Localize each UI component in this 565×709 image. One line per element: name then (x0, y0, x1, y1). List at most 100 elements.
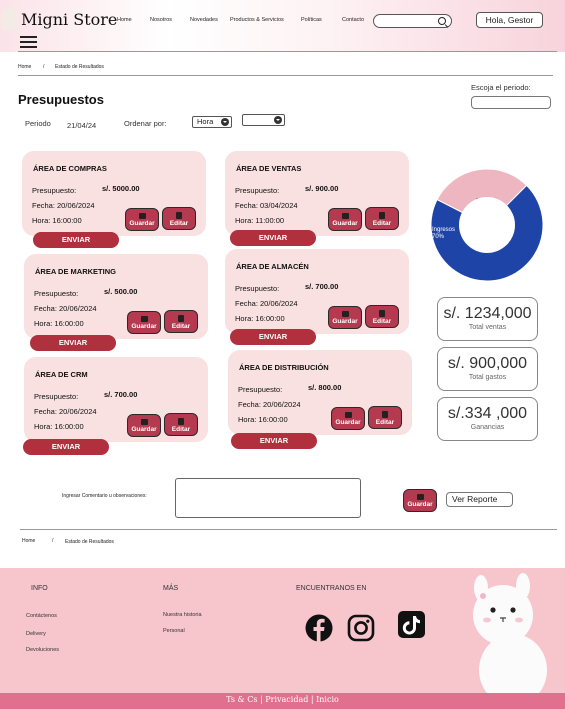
send-button[interactable]: ENVIAR (23, 439, 109, 455)
pie-label-ingresos: Ingresos (432, 227, 455, 233)
divider (18, 51, 557, 52)
income-expense-pie-chart: Ingresos70%Egresos30% (430, 168, 544, 282)
save-button[interactable]: Guardar (328, 306, 362, 329)
edit-button[interactable]: Editar (368, 406, 402, 429)
donut-hole (459, 197, 515, 253)
nav-contacto[interactable]: Contacto (342, 17, 364, 23)
order-label: Ordenar por: (124, 119, 167, 128)
footer-link-personal[interactable]: Personal (163, 628, 185, 634)
budget-card: ÁREA DE DISTRIBUCIÓN Presupuesto: s/. 80… (228, 350, 412, 435)
folder-icon (344, 412, 352, 418)
divider (20, 529, 557, 530)
hamburger-menu-icon[interactable] (20, 36, 37, 48)
save-button[interactable]: Guardar (127, 311, 161, 334)
user-greeting-button[interactable]: Hola, Gestor (476, 12, 543, 28)
folder-icon (140, 316, 148, 322)
card-date: Fecha: 20/06/2024 (238, 400, 301, 409)
send-button[interactable]: ENVIAR (30, 335, 116, 351)
footer-info-title: INFO (31, 585, 48, 592)
save-button[interactable]: Guardar (125, 208, 159, 231)
budget-amount: s/. 800.00 (308, 383, 342, 392)
order-select[interactable]: Hora (192, 116, 232, 128)
send-button[interactable]: ENVIAR (231, 433, 317, 449)
send-button[interactable]: ENVIAR (33, 232, 119, 248)
edit-button[interactable]: Editar (164, 310, 198, 333)
period-input[interactable] (471, 96, 551, 109)
chevron-down-icon (274, 116, 282, 124)
card-title: ÁREA DE COMPRAS (33, 164, 107, 173)
document-icon (379, 212, 385, 219)
card-title: ÁREA DE DISTRIBUCIÓN (239, 363, 329, 372)
stat-ganancias: s/.334 ,000 Ganancias (437, 397, 538, 441)
brand-logo[interactable]: Migni Store (2, 8, 117, 30)
card-title: ÁREA DE CRM (35, 370, 88, 379)
nav-productos[interactable]: Productos & Servicios (230, 17, 284, 23)
nav-politicas[interactable]: Políticas (301, 17, 322, 23)
search-input[interactable] (373, 14, 452, 28)
folder-icon (341, 311, 349, 317)
card-date: Fecha: 20/06/2024 (235, 299, 298, 308)
breadcrumb-current: Estado de Resultados (65, 539, 114, 545)
footer-link-contactenos[interactable]: Contáctenos (26, 613, 57, 619)
nav-novedades[interactable]: Novedades (190, 17, 218, 23)
budget-label: Presupuesto: (235, 284, 280, 293)
instagram-icon[interactable] (347, 614, 375, 642)
edit-button[interactable]: Editar (162, 207, 196, 230)
footer-link-historia[interactable]: Nuestra historia (163, 612, 202, 618)
divider (18, 75, 553, 76)
view-report-button[interactable]: Ver Reporte (446, 492, 513, 507)
card-title: ÁREA DE MARKETING (35, 267, 116, 276)
budget-label: Presupuesto: (235, 186, 280, 195)
card-time: Hora: 16:00:00 (34, 319, 84, 328)
comment-textarea[interactable] (175, 478, 361, 518)
save-button[interactable]: Guardar (328, 208, 362, 231)
save-button[interactable]: Guardar (127, 414, 161, 437)
order-select-secondary[interactable] (242, 114, 285, 126)
budget-label: Presupuesto: (34, 289, 79, 298)
budget-label: Presupuesto: (238, 385, 283, 394)
edit-button[interactable]: Editar (365, 207, 399, 230)
search-icon[interactable] (438, 17, 446, 25)
tiktok-icon[interactable] (398, 611, 425, 638)
send-button[interactable]: ENVIAR (230, 329, 316, 345)
budget-amount: s/. 700.00 (305, 282, 339, 291)
folder-icon (138, 213, 146, 219)
edit-button[interactable]: Editar (365, 305, 399, 328)
budget-card: ÁREA DE ALMACÉN Presupuesto: s/. 700.00 … (225, 249, 409, 334)
folder-icon (416, 494, 424, 500)
breadcrumb-separator: / (52, 538, 54, 544)
budget-card: ÁREA DE VENTAS Presupuesto: s/. 900.00 F… (225, 151, 409, 236)
budget-amount: s/. 900.00 (305, 184, 339, 193)
card-date: Fecha: 20/06/2024 (34, 407, 97, 416)
footer-bottom-links[interactable]: Ts & Cs | Privacidad | Inicio (0, 693, 565, 709)
budget-label: Presupuesto: (34, 392, 79, 401)
chevron-down-icon (221, 118, 229, 126)
folder-icon (341, 213, 349, 219)
budget-amount: s/. 5000.00 (102, 184, 140, 193)
send-button[interactable]: ENVIAR (230, 230, 316, 246)
document-icon (178, 315, 184, 322)
breadcrumb-home[interactable]: Home (18, 64, 31, 70)
save-button[interactable]: Guardar (331, 407, 365, 430)
nav-nosotros[interactable]: Nosotros (150, 17, 172, 23)
facebook-icon[interactable] (305, 614, 333, 642)
budget-card: ÁREA DE COMPRAS Presupuesto: s/. 5000.00… (22, 151, 206, 236)
header: Migni Store Home Nosotros Novedades Prod… (0, 0, 565, 52)
pie-percent-ingresos: 70% (432, 234, 445, 240)
breadcrumb-home[interactable]: Home (22, 538, 35, 544)
card-date: Fecha: 20/06/2024 (34, 304, 97, 313)
period-value: 21/04/24 (67, 121, 97, 130)
page-title: Presupuestos (18, 92, 104, 107)
nav-home[interactable]: Home (117, 17, 132, 23)
footer-link-devoluciones[interactable]: Devoluciones (26, 647, 59, 653)
card-title: ÁREA DE ALMACÉN (236, 262, 309, 271)
footer-more-title: MÁS (163, 585, 179, 592)
edit-button[interactable]: Editar (164, 413, 198, 436)
stat-total-gastos: s/. 900,000 Total gastos (437, 347, 538, 391)
breadcrumb-separator: / (43, 64, 45, 70)
folder-icon (140, 419, 148, 425)
card-time: Hora: 16:00:00 (34, 422, 84, 431)
comment-save-button[interactable]: Guardar (403, 489, 437, 512)
document-icon (382, 411, 388, 418)
footer-link-delivery[interactable]: Delivery (26, 631, 46, 637)
